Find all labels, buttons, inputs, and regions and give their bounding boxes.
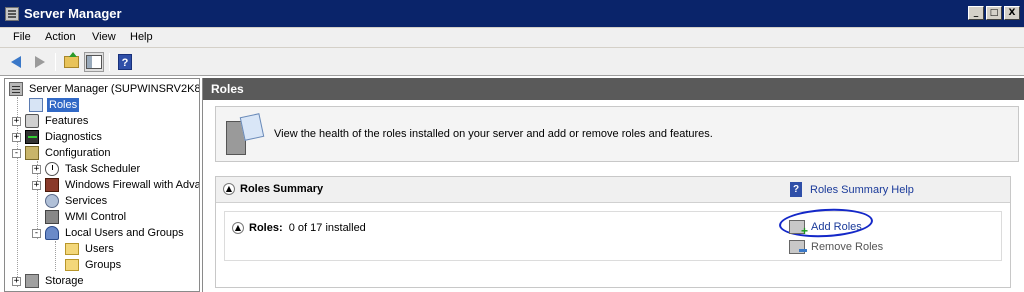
tree-label: Diagnostics — [45, 131, 102, 143]
menu-view[interactable]: View — [92, 31, 116, 43]
clock-icon — [45, 162, 59, 176]
tree-item-wmi-control[interactable]: WMI Control — [45, 209, 128, 225]
tree-item-diagnostics[interactable]: + Diagnostics — [12, 129, 104, 145]
expand-icon[interactable]: + — [12, 116, 21, 126]
help-icon: ? — [118, 54, 132, 70]
title-bar: Server Manager _ □ X — [0, 0, 1024, 28]
tree-label: Users — [85, 243, 114, 255]
tree-item-task-scheduler[interactable]: + Task Scheduler — [32, 161, 142, 177]
roles-status-box: ▲ Roles: 0 of 17 installed Add Roles Rem… — [224, 206, 1002, 261]
console-tree: Server Manager (SUPWINSRV2K8) Roles + Fe… — [4, 78, 200, 292]
tree-item-users[interactable]: Users — [65, 241, 116, 257]
tree-guide-line — [55, 241, 56, 271]
roles-summary-section: ▲ Roles Summary ? Roles Summary Help ▲ R… — [215, 176, 1011, 288]
menu-help[interactable]: Help — [130, 31, 153, 43]
up-one-level-button[interactable] — [61, 52, 81, 72]
tree-label: Groups — [85, 259, 122, 271]
toolbar-separator — [55, 53, 56, 71]
diagnostics-icon — [25, 130, 39, 144]
expand-icon[interactable]: + — [12, 132, 21, 142]
roles-installed-count: 0 of 17 installed — [288, 222, 366, 234]
expand-icon[interactable]: + — [32, 180, 41, 190]
users-icon — [45, 226, 59, 240]
close-button[interactable]: X — [1004, 6, 1020, 20]
tree-item-services[interactable]: Services — [45, 193, 109, 209]
tree-item-groups[interactable]: Groups — [65, 257, 123, 273]
features-icon — [25, 114, 39, 128]
page-title: Roles — [203, 78, 1024, 100]
services-icon — [45, 194, 59, 208]
folder-icon — [65, 259, 79, 271]
configuration-icon — [25, 146, 39, 160]
folder-up-icon — [63, 52, 79, 68]
tree-label: Storage — [45, 275, 84, 287]
tree-label: Services — [65, 195, 108, 207]
wmi-icon — [45, 210, 59, 224]
console-tree-icon — [86, 55, 102, 69]
tree-label: Task Scheduler — [65, 163, 141, 175]
help-icon: ? — [790, 182, 802, 197]
menu-bar: File Action View Help — [0, 28, 1024, 48]
tree-item-roles[interactable]: Roles — [29, 97, 80, 113]
server-icon — [9, 82, 23, 96]
menu-file[interactable]: File — [13, 31, 31, 43]
help-button[interactable]: ? — [115, 52, 135, 72]
help-link-label: Roles Summary Help — [810, 183, 914, 196]
collapse-roles-icon[interactable]: ▲ — [232, 222, 244, 234]
add-roles-label: Add Roles — [811, 221, 862, 233]
folder-icon — [65, 243, 79, 255]
window-controls: _ □ X — [968, 6, 1020, 20]
show-hide-tree-button[interactable] — [84, 52, 104, 72]
tree-item-configuration[interactable]: - Configuration — [12, 145, 112, 161]
maximize-button[interactable]: □ — [986, 6, 1002, 20]
expand-icon[interactable]: + — [32, 164, 41, 174]
collapse-icon[interactable]: - — [12, 148, 21, 158]
roles-large-icon — [222, 113, 266, 157]
toolbar-separator — [109, 53, 110, 71]
remove-roles-icon — [789, 240, 807, 254]
tree-item-windows-firewall[interactable]: + Windows Firewall with Adva — [32, 177, 200, 193]
toolbar: ? — [0, 48, 1024, 76]
intro-panel: View the health of the roles installed o… — [215, 106, 1019, 162]
remove-roles-link[interactable]: Remove Roles — [789, 240, 883, 254]
roles-label: Roles: — [249, 222, 283, 234]
tree-label: Local Users and Groups — [65, 227, 184, 239]
tree-label: Server Manager (SUPWINSRV2K8) — [29, 83, 200, 95]
firewall-icon — [45, 178, 59, 192]
forward-arrow-icon — [35, 56, 45, 68]
tree-label: WMI Control — [65, 211, 127, 223]
tree-item-features[interactable]: + Features — [12, 113, 90, 129]
roles-status: Roles: 0 of 17 installed — [249, 222, 366, 234]
minimize-button[interactable]: _ — [968, 6, 984, 20]
forward-button[interactable] — [30, 52, 50, 72]
remove-roles-label: Remove Roles — [811, 241, 884, 253]
server-manager-icon — [5, 7, 19, 21]
roles-summary-title: Roles Summary — [240, 183, 324, 195]
window-title: Server Manager — [24, 6, 122, 21]
storage-icon — [25, 274, 39, 288]
tree-item-storage[interactable]: + Storage — [12, 273, 86, 289]
details-pane: Roles View the health of the roles insta… — [202, 78, 1024, 292]
tree-label: Configuration — [45, 147, 111, 159]
intro-text: View the health of the roles installed o… — [274, 128, 713, 140]
menu-action[interactable]: Action — [45, 31, 76, 43]
tree-label: Windows Firewall with Adva — [65, 179, 200, 191]
add-roles-link[interactable]: Add Roles — [789, 220, 862, 238]
roles-icon — [29, 98, 43, 112]
back-arrow-icon — [11, 56, 21, 68]
collapse-section-icon[interactable]: ▲ — [223, 183, 235, 195]
tree-label: Features — [45, 115, 89, 127]
add-roles-icon — [789, 220, 808, 238]
roles-summary-help-link[interactable]: ? Roles Summary Help — [790, 182, 914, 197]
tree-item-local-users-groups[interactable]: - Local Users and Groups — [32, 225, 186, 241]
expand-icon[interactable]: + — [12, 276, 21, 286]
tree-label: Roles — [47, 98, 80, 112]
roles-summary-header: ▲ Roles Summary ? Roles Summary Help — [216, 177, 1010, 203]
tree-item-server-manager[interactable]: Server Manager (SUPWINSRV2K8) — [9, 81, 200, 97]
collapse-icon[interactable]: - — [32, 228, 41, 238]
back-button[interactable] — [6, 52, 26, 72]
